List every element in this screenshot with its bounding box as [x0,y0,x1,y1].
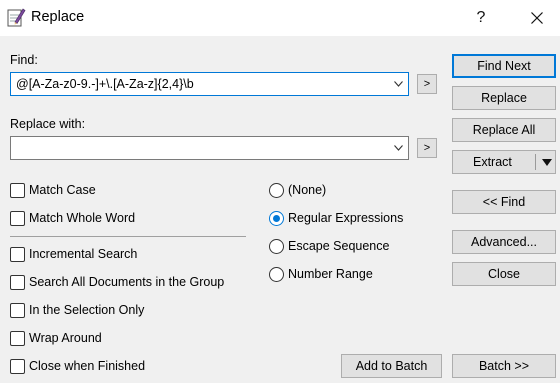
chevron-down-icon [393,145,403,151]
extract-split-button[interactable]: Extract [452,150,556,174]
radio-button[interactable] [269,266,284,282]
checkbox[interactable] [10,358,25,374]
chevron-down-icon [393,81,403,87]
help-button[interactable]: ? [458,0,504,36]
title-bar: Replace ? [0,0,560,36]
mode-number-range[interactable]: Number Range [269,265,373,283]
find-regex-helper-button[interactable]: > [417,74,437,94]
option-label: Match Case [29,183,96,197]
replace-button[interactable]: Replace [452,86,556,110]
close-button[interactable]: Close [452,262,556,286]
checkbox[interactable] [10,182,25,198]
replace-dropdown-button[interactable] [388,137,408,159]
find-next-button[interactable]: Find Next [452,54,556,78]
find-input[interactable]: @[A-Za-z0-9.-]+\.[A-Za-z]{2,4}\b [16,77,194,91]
option-label: Search All Documents in the Group [29,275,225,289]
option-incremental-search[interactable]: Incremental Search [10,245,137,263]
replace-regex-helper-button[interactable]: > [417,138,437,158]
option-label: Close when Finished [29,359,146,373]
add-to-batch-button[interactable]: Add to Batch [341,354,442,378]
divider [10,236,246,237]
mode-label: Regular Expressions [288,211,404,225]
option-label: Incremental Search [29,247,138,261]
mode-escape-sequence[interactable]: Escape Sequence [269,237,389,255]
replace-label: Replace with: [10,117,86,131]
find-dropdown-button[interactable] [388,73,408,95]
option-label: In the Selection Only [29,303,145,317]
notepad-app-icon [7,8,26,27]
option-label: Wrap Around [29,331,102,345]
mode-label: Number Range [288,267,373,281]
triangle-down-icon [541,158,552,166]
find-combobox[interactable]: @[A-Za-z0-9.-]+\.[A-Za-z]{2,4}\b [10,72,409,96]
split-divider [535,154,536,170]
radio-button[interactable] [269,182,284,198]
find-label: Find: [10,53,38,67]
radio-button-selected[interactable] [269,210,284,226]
advanced-button[interactable]: Advanced... [452,230,556,254]
option-match-whole-word[interactable]: Match Whole Word [10,209,135,227]
replace-combobox[interactable] [10,136,409,160]
close-icon [531,12,543,24]
checkbox[interactable] [10,274,25,290]
back-to-find-button[interactable]: << Find [452,190,556,214]
extract-dropdown-button[interactable] [538,151,555,173]
batch-button[interactable]: Batch >> [452,354,556,378]
replace-all-button[interactable]: Replace All [452,118,556,142]
radio-button[interactable] [269,238,284,254]
option-match-case[interactable]: Match Case [10,181,96,199]
option-wrap-around[interactable]: Wrap Around [10,329,102,347]
window-title: Replace [31,9,85,25]
checkbox[interactable] [10,302,25,318]
option-close-when-finished[interactable]: Close when Finished [10,357,145,375]
mode-none[interactable]: (None) [269,181,326,199]
extract-button[interactable]: Extract [473,155,512,169]
checkbox[interactable] [10,246,25,262]
close-window-button[interactable] [514,0,560,36]
checkbox[interactable] [10,210,25,226]
option-in-selection-only[interactable]: In the Selection Only [10,301,144,319]
option-search-all-documents[interactable]: Search All Documents in the Group [10,273,224,291]
checkbox[interactable] [10,330,25,346]
option-label: Match Whole Word [29,211,136,225]
mode-label: Escape Sequence [288,239,390,253]
mode-regular-expressions[interactable]: Regular Expressions [269,209,403,227]
mode-label: (None) [288,183,327,197]
